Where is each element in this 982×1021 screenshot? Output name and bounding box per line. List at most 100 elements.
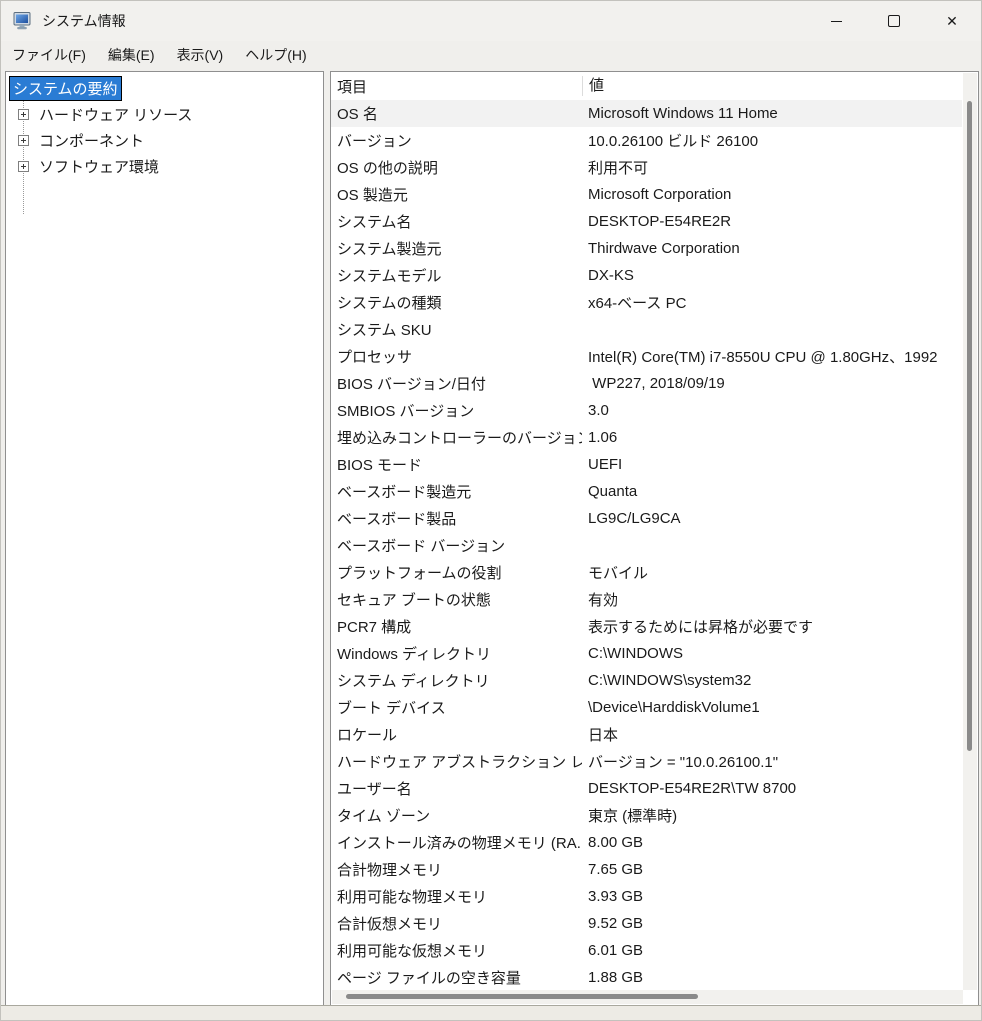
table-row[interactable]: BIOS モードUEFI	[331, 451, 962, 478]
row-value-cell: UEFI	[582, 456, 962, 473]
row-item-cell: ページ ファイルの空き容量	[331, 967, 582, 988]
vertical-scrollbar-thumb[interactable]	[967, 101, 972, 751]
row-item-cell: バージョン	[331, 130, 582, 151]
table-row[interactable]: タイム ゾーン東京 (標準時)	[331, 802, 962, 829]
column-header-item[interactable]: 項目	[331, 76, 582, 97]
table-row[interactable]: バージョン10.0.26100 ビルド 26100	[331, 127, 962, 154]
column-header-value[interactable]: 値	[582, 76, 962, 96]
table-row[interactable]: OS の他の説明利用不可	[331, 154, 962, 181]
sidebar-item-0[interactable]: システムの要約	[6, 75, 323, 101]
sidebar-item-3[interactable]: ソフトウェア環境	[6, 153, 323, 179]
horizontal-scrollbar[interactable]	[332, 990, 963, 1004]
row-item-cell: 合計仮想メモリ	[331, 913, 582, 934]
horizontal-scrollbar-thumb[interactable]	[346, 994, 698, 999]
row-item-cell: Windows ディレクトリ	[331, 643, 582, 664]
summary-detail-pane: 項目 値 OS 名Microsoft Windows 11 Homeバージョン1…	[330, 71, 979, 1006]
sidebar-item-2[interactable]: コンポーネント	[6, 127, 323, 153]
row-value-cell: DESKTOP-E54RE2R\TW 8700	[582, 780, 962, 797]
sidebar-item-label: コンポーネント	[36, 129, 147, 152]
maximize-button[interactable]	[865, 1, 923, 41]
window-title: システム情報	[42, 11, 126, 31]
table-row[interactable]: システム製造元Thirdwave Corporation	[331, 235, 962, 262]
table-row[interactable]: システム ディレクトリC:\WINDOWS\system32	[331, 667, 962, 694]
table-row[interactable]: ブート デバイス\Device\HarddiskVolume1	[331, 694, 962, 721]
row-item-cell: ベースボード バージョン	[331, 535, 582, 556]
row-item-cell: システム SKU	[331, 319, 582, 340]
row-value-cell: C:\WINDOWS\system32	[582, 672, 962, 689]
system-info-app-icon[interactable]	[13, 11, 33, 31]
table-row[interactable]: システム SKU	[331, 316, 962, 343]
sidebar-item-1[interactable]: ハードウェア リソース	[6, 101, 323, 127]
row-item-cell: システム製造元	[331, 238, 582, 259]
category-tree: システムの要約ハードウェア リソースコンポーネントソフトウェア環境	[6, 72, 323, 179]
table-row[interactable]: 埋め込みコントローラーのバージョン1.06	[331, 424, 962, 451]
close-button[interactable]: ✕	[923, 1, 981, 41]
sidebar-item-label: ハードウェア リソース	[36, 103, 195, 126]
titlebar[interactable]: システム情報 ✕	[1, 1, 981, 41]
table-row[interactable]: 利用可能な物理メモリ3.93 GB	[331, 883, 962, 910]
menu-item-3[interactable]: ヘルプ(H)	[234, 41, 317, 69]
expand-plus-icon[interactable]	[18, 161, 29, 172]
table-row[interactable]: Windows ディレクトリC:\WINDOWS	[331, 640, 962, 667]
table-row[interactable]: システム名DESKTOP-E54RE2R	[331, 208, 962, 235]
row-value-cell: 1.06	[582, 429, 962, 446]
row-value-cell: LG9C/LG9CA	[582, 510, 962, 527]
menu-item-0[interactable]: ファイル(F)	[1, 41, 97, 69]
row-item-cell: BIOS モード	[331, 454, 582, 475]
row-value-cell: DESKTOP-E54RE2R	[582, 213, 962, 230]
table-row[interactable]: ページ ファイルの空き容量1.88 GB	[331, 964, 962, 991]
expand-plus-icon[interactable]	[18, 135, 29, 146]
table-row[interactable]: プロセッサIntel(R) Core(TM) i7-8550U CPU @ 1.…	[331, 343, 962, 370]
table-row[interactable]: BIOS バージョン/日付 WP227, 2018/09/19	[331, 370, 962, 397]
window-controls: ✕	[807, 1, 981, 41]
row-value-cell: 3.93 GB	[582, 888, 962, 905]
table-row[interactable]: インストール済みの物理メモリ (RA...8.00 GB	[331, 829, 962, 856]
table-row[interactable]: セキュア ブートの状態有効	[331, 586, 962, 613]
table-row[interactable]: システムの種類x64-ベース PC	[331, 289, 962, 316]
expand-plus-icon[interactable]	[18, 109, 29, 120]
row-item-cell: 埋め込みコントローラーのバージョン	[331, 427, 582, 448]
row-item-cell: OS 名	[331, 103, 582, 124]
minimize-button[interactable]	[807, 1, 865, 41]
table-row[interactable]: 合計仮想メモリ9.52 GB	[331, 910, 962, 937]
row-item-cell: インストール済みの物理メモリ (RA...	[331, 832, 582, 853]
table-header: 項目 値	[331, 72, 962, 100]
table-row[interactable]: ベースボード バージョン	[331, 532, 962, 559]
row-item-cell: OS 製造元	[331, 184, 582, 205]
row-item-cell: システムモデル	[331, 265, 582, 286]
close-icon: ✕	[946, 14, 958, 28]
table-row[interactable]: ベースボード製品LG9C/LG9CA	[331, 505, 962, 532]
row-value-cell: Thirdwave Corporation	[582, 240, 962, 257]
row-value-cell: 9.52 GB	[582, 915, 962, 932]
menu-item-2[interactable]: 表示(V)	[166, 41, 235, 69]
table-row[interactable]: システムモデルDX-KS	[331, 262, 962, 289]
table-row[interactable]: OS 製造元Microsoft Corporation	[331, 181, 962, 208]
table-row[interactable]: SMBIOS バージョン3.0	[331, 397, 962, 424]
table-row[interactable]: 合計物理メモリ7.65 GB	[331, 856, 962, 883]
table-row[interactable]: ハードウェア アブストラクション レイ...バージョン = "10.0.2610…	[331, 748, 962, 775]
table-row[interactable]: PCR7 構成表示するためには昇格が必要です	[331, 613, 962, 640]
row-value-cell: 8.00 GB	[582, 834, 962, 851]
row-item-cell: ロケール	[331, 724, 582, 745]
row-value-cell: モバイル	[582, 562, 962, 583]
menubar: ファイル(F)編集(E)表示(V)ヘルプ(H)	[1, 41, 981, 69]
table-row[interactable]: プラットフォームの役割モバイル	[331, 559, 962, 586]
system-summary-table-body: OS 名Microsoft Windows 11 Homeバージョン10.0.2…	[331, 100, 962, 991]
window-bottom-edge	[1, 1005, 981, 1020]
table-row[interactable]: ロケール日本	[331, 721, 962, 748]
table-row[interactable]: ベースボード製造元Quanta	[331, 478, 962, 505]
row-item-cell: システム名	[331, 211, 582, 232]
row-value-cell: Intel(R) Core(TM) i7-8550U CPU @ 1.80GHz…	[582, 346, 962, 367]
row-value-cell: C:\WINDOWS	[582, 645, 962, 662]
vertical-scrollbar[interactable]	[963, 73, 977, 990]
table-row[interactable]: ユーザー名DESKTOP-E54RE2R\TW 8700	[331, 775, 962, 802]
minimize-icon	[831, 21, 842, 22]
row-item-cell: ハードウェア アブストラクション レイ...	[331, 751, 582, 772]
maximize-icon	[888, 15, 900, 27]
row-value-cell: DX-KS	[582, 267, 962, 284]
menu-item-1[interactable]: 編集(E)	[97, 41, 166, 69]
row-value-cell: 10.0.26100 ビルド 26100	[582, 130, 962, 151]
row-value-cell: Microsoft Windows 11 Home	[582, 105, 962, 122]
table-row[interactable]: 利用可能な仮想メモリ6.01 GB	[331, 937, 962, 964]
table-row[interactable]: OS 名Microsoft Windows 11 Home	[331, 100, 962, 127]
